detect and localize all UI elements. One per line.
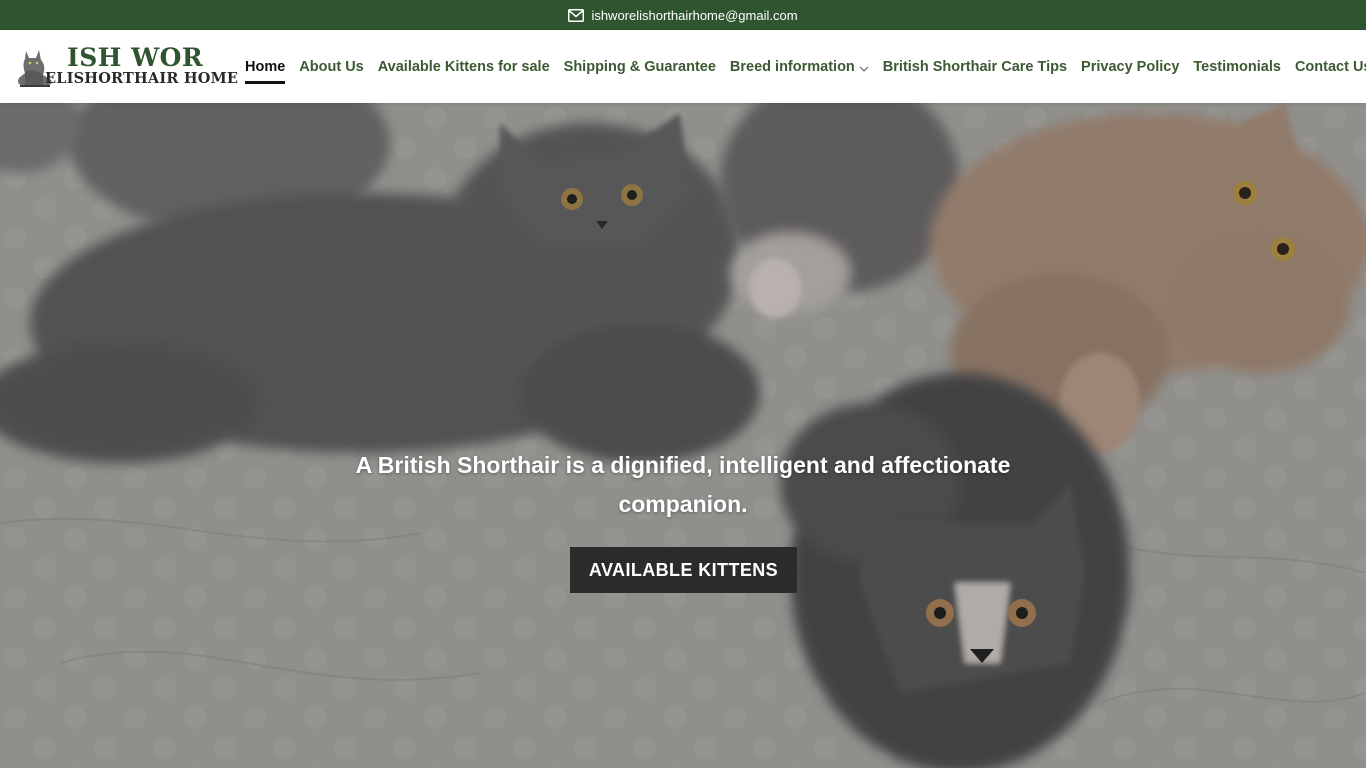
- available-kittens-button[interactable]: AVAILABLE KITTENS: [570, 547, 797, 593]
- contact-email-link[interactable]: ishworelishorthairhome@gmail.com: [591, 8, 797, 23]
- logo-title: ISH WOR: [67, 43, 204, 72]
- nav-label: Home: [245, 58, 286, 75]
- nav-label: Shipping & Guarantee: [563, 58, 716, 75]
- hero-banner: A British Shorthair is a dignified, inte…: [0, 103, 1366, 768]
- site-logo[interactable]: ISH WOR ELISHORTHAIR HOME: [14, 43, 238, 91]
- nav-care-tips[interactable]: British Shorthair Care Tips: [883, 30, 1067, 103]
- nav-shipping-guarantee[interactable]: Shipping & Guarantee: [564, 30, 716, 103]
- envelope-icon: [568, 8, 585, 22]
- chevron-down-icon: [859, 62, 869, 72]
- nav-label: Testimonials: [1193, 58, 1281, 75]
- nav-breed-information[interactable]: Breed information: [730, 30, 869, 103]
- nav-contact-us[interactable]: Contact Us: [1295, 30, 1366, 103]
- hero-overlay: [0, 103, 1366, 768]
- nav-label: About Us: [299, 58, 364, 75]
- top-bar: ishworelishorthairhome@gmail.com: [0, 0, 1366, 30]
- nav-label: Contact Us: [1294, 58, 1366, 75]
- logo-subtitle: ELISHORTHAIR HOME: [45, 70, 239, 87]
- nav-testimonials[interactable]: Testimonials: [1193, 30, 1281, 103]
- main-nav: Home About Us Available Kittens for sale…: [245, 30, 1366, 103]
- hero-headline: A British Shorthair is a dignified, inte…: [355, 452, 1011, 517]
- nav-about-us[interactable]: About Us: [299, 30, 363, 103]
- nav-label: Breed information: [729, 58, 855, 75]
- nav-label: British Shorthair Care Tips: [882, 58, 1068, 75]
- nav-privacy-policy[interactable]: Privacy Policy: [1081, 30, 1179, 103]
- site-header: ISH WOR ELISHORTHAIR HOME Home About Us …: [0, 30, 1366, 103]
- nav-label: Available Kittens for sale: [377, 58, 550, 75]
- nav-home[interactable]: Home: [245, 30, 286, 103]
- nav-label: Privacy Policy: [1081, 58, 1180, 75]
- nav-available-kittens[interactable]: Available Kittens for sale: [378, 30, 550, 103]
